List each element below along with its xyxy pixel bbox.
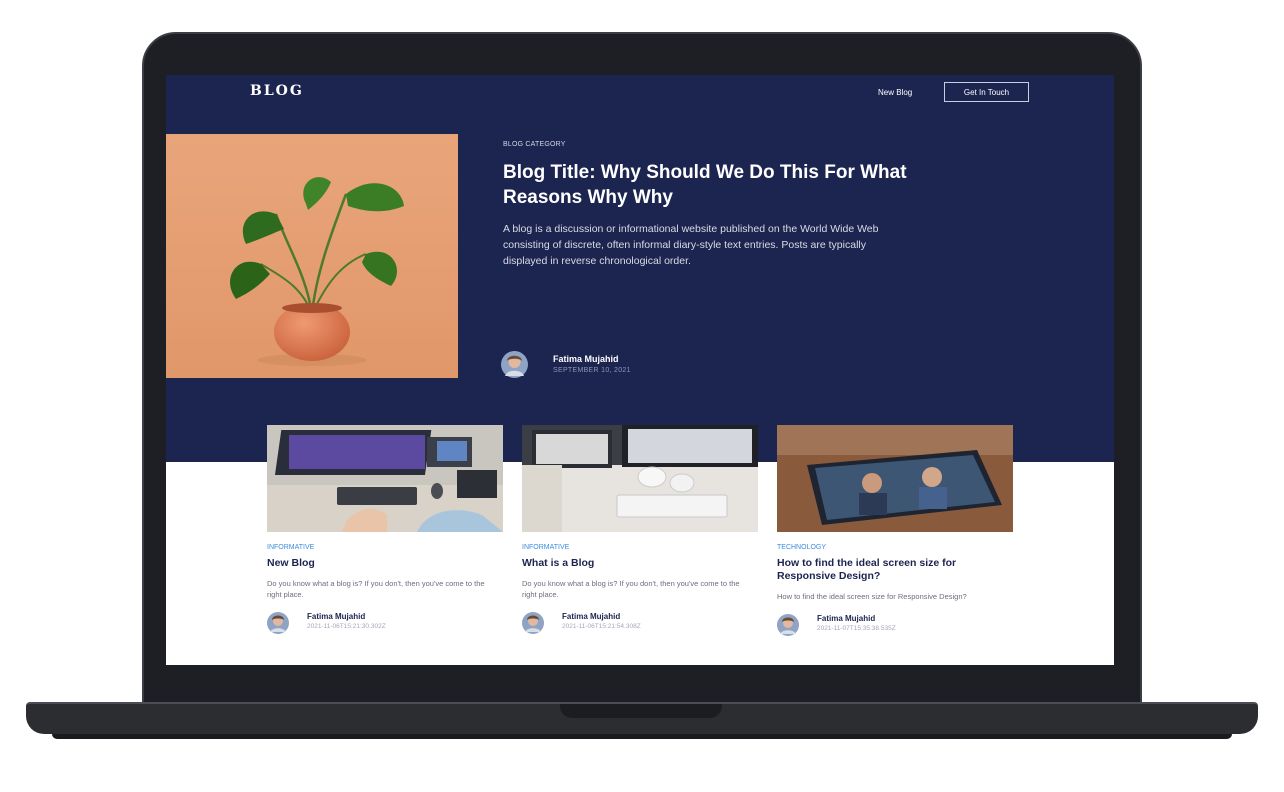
card-author-name: Fatima Mujahid <box>307 612 366 621</box>
card-author: Fatima Mujahid 2021-11-07T15:35:38.535Z <box>777 614 1013 636</box>
card-category[interactable]: TECHNOLOGY <box>777 544 1013 551</box>
card-author-date: 2021-11-06T15:21:30.302Z <box>307 623 386 630</box>
hero-author-avatar <box>501 351 528 378</box>
site-logo[interactable]: BLOG <box>250 83 304 99</box>
author-avatar <box>777 614 799 636</box>
blog-card[interactable]: INFORMATIVE What is a Blog Do you know w… <box>522 425 758 634</box>
card-category[interactable]: INFORMATIVE <box>522 544 758 551</box>
author-avatar <box>267 612 289 634</box>
card-description: Do you know what a blog is? If you don't… <box>267 579 485 599</box>
keyboard-mugs-image <box>522 425 758 532</box>
hero-description: A blog is a discussion or informational … <box>503 223 879 267</box>
blog-card[interactable]: INFORMATIVE New Blog Do you know what a … <box>267 425 503 634</box>
card-author-date: 2021-11-06T15:21:54.308Z <box>562 623 641 630</box>
card-description: How to find the ideal screen size for Re… <box>777 592 967 601</box>
hero-title[interactable]: Blog Title: Why Should We Do This For Wh… <box>503 160 923 210</box>
blog-card[interactable]: TECHNOLOGY How to find the ideal screen … <box>777 425 1013 636</box>
card-author: Fatima Mujahid 2021-11-06T15:21:30.302Z <box>267 612 503 634</box>
navbar: BLOG New Blog Get In Touch <box>166 75 1114 111</box>
hero-author-name: Fatima Mujahid <box>553 354 619 364</box>
card-author: Fatima Mujahid 2021-11-06T15:21:54.308Z <box>522 612 758 634</box>
tablet-video-call-image <box>777 425 1013 532</box>
card-author-name: Fatima Mujahid <box>562 612 621 621</box>
card-author-date: 2021-11-07T15:35:38.535Z <box>817 625 896 632</box>
author-avatar <box>522 612 544 634</box>
hero-plant-image <box>166 134 458 378</box>
desk-setup-image <box>267 425 503 532</box>
card-author-name: Fatima Mujahid <box>817 614 876 623</box>
card-title[interactable]: How to find the ideal screen size for Re… <box>777 557 1013 583</box>
laptop-notch <box>560 704 722 718</box>
laptop-base-shadow <box>52 734 1232 739</box>
card-category[interactable]: INFORMATIVE <box>267 544 503 551</box>
get-in-touch-button[interactable]: Get In Touch <box>944 82 1029 102</box>
hero-author-date: SEPTEMBER 10, 2021 <box>553 367 631 374</box>
hero-category[interactable]: BLOG CATEGORY <box>503 141 566 148</box>
card-description: Do you know what a blog is? If you don't… <box>522 579 740 599</box>
card-title[interactable]: New Blog <box>267 557 503 570</box>
card-title[interactable]: What is a Blog <box>522 557 758 570</box>
new-blog-link[interactable]: New Blog <box>878 88 912 97</box>
laptop-screen: BLOG New Blog Get In Touch BLOG CATEGORY… <box>166 75 1114 665</box>
